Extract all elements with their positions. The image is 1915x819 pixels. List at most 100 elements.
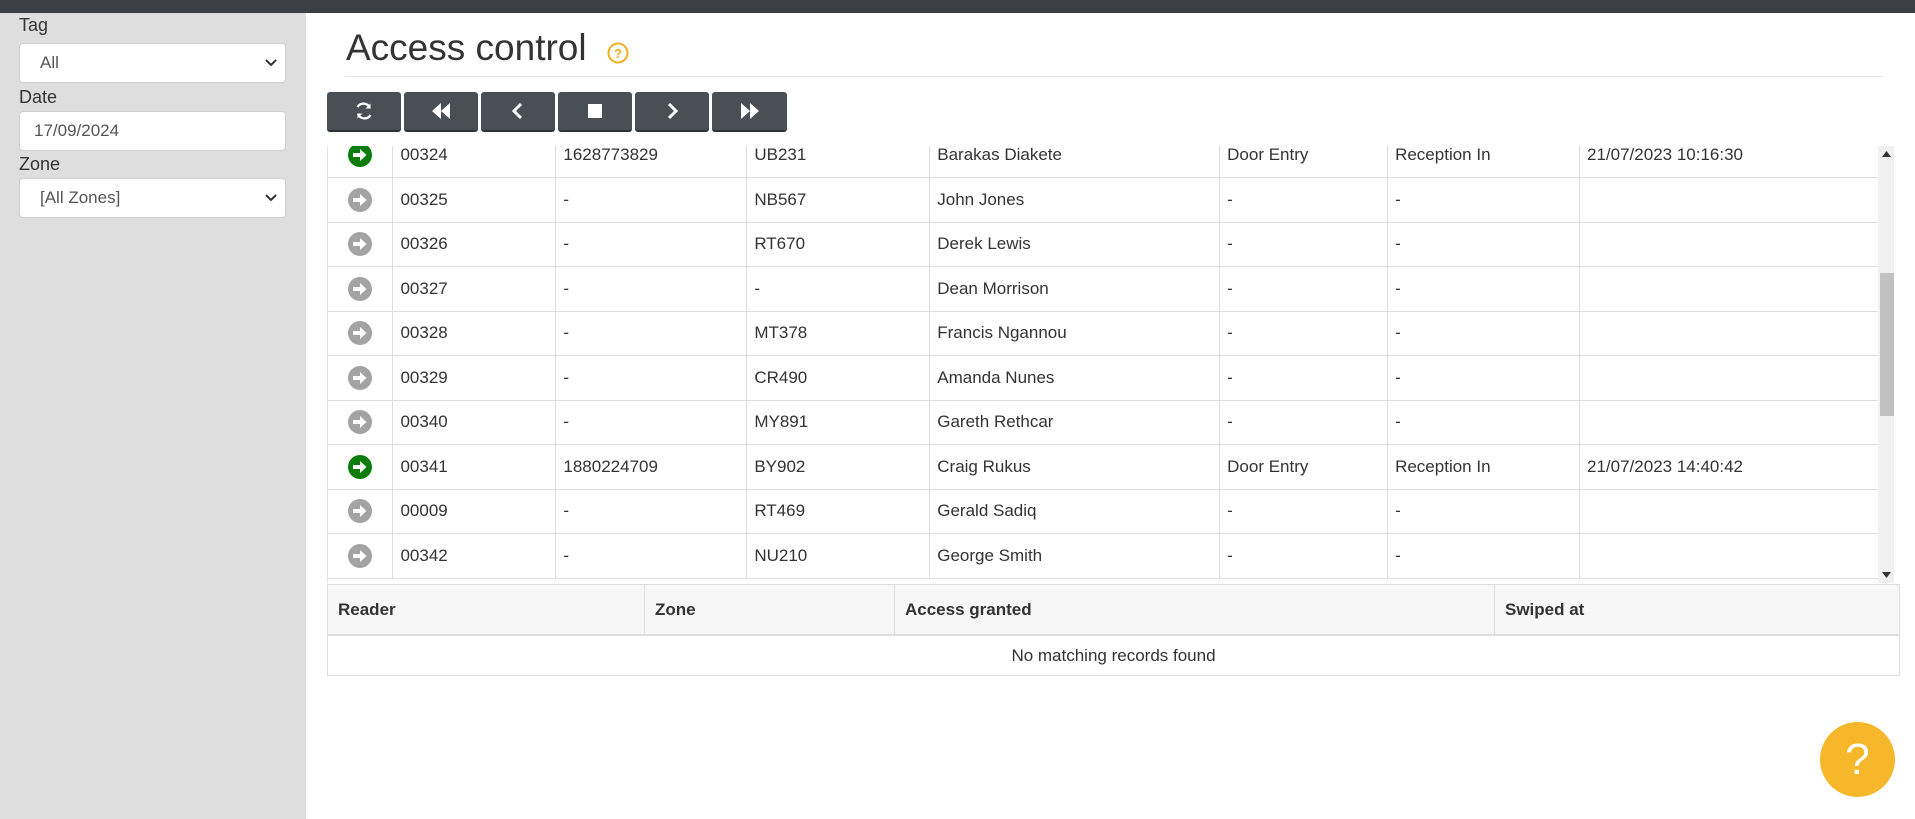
tag-label: Tag [19,15,49,35]
table-row[interactable]: 00327- - Dean Morrison - - [328,266,1879,312]
card-number-cell: - [555,533,748,579]
date-input[interactable]: 17/09/2024 [19,111,286,151]
person-id-cell: 00324 [392,146,557,178]
reader-cell: - [1219,222,1389,267]
filter-sidebar: Tag All Date 17/09/2024 Zone [All Zones] [0,13,306,819]
arrow-right-circle-icon[interactable] [348,543,373,568]
person-code-cell: RT670 [746,222,931,267]
refresh-icon [356,102,372,120]
last-swiped-cell [1579,266,1879,312]
next-button[interactable] [635,92,709,132]
svg-text:?: ? [614,46,622,61]
question-icon: ? [1845,735,1870,784]
person-code-cell: RT469 [746,489,931,534]
people-table-container[interactable]: 00324 1628773829 UB231 Barakas Diakete Door … [327,146,1894,583]
reader-cell: - [1219,355,1389,401]
arrow-right-circle-icon[interactable] [348,365,373,390]
vertical-scrollbar[interactable] [1878,146,1894,583]
zone-cell: - [1387,222,1581,267]
tag-select-value: All [40,53,59,72]
last-swiped-cell: 21/07/2023 10:16:30 [1579,146,1879,178]
reader-cell: - [1219,311,1389,356]
table-row[interactable]: 00329- CR490 Amanda Nunes - - [328,355,1879,401]
zone-select[interactable]: [All Zones] [19,178,286,218]
person-id-cell: 00327 [392,266,557,312]
card-number-cell: 1628773829 [555,146,748,178]
empty-state-message: No matching records found [1011,646,1216,665]
arrow-right-circle-icon[interactable] [348,410,373,435]
last-page-button[interactable] [712,92,787,132]
card-number-cell: - [555,400,748,445]
person-id-cell: 00329 [392,355,557,401]
scroll-up-arrow-icon[interactable] [1882,151,1891,157]
person-name-cell: Gareth Rethcar [929,400,1221,445]
scrollbar-thumb[interactable] [1880,273,1894,416]
person-code-cell: NB567 [746,177,931,223]
person-code-cell: NU210 [746,533,931,579]
card-number-cell: - [555,355,748,401]
last-swiped-cell [1579,355,1879,401]
status-cell [328,444,394,490]
person-id-cell: 00326 [392,222,557,267]
zone-cell: - [1387,533,1581,579]
card-number-cell: - [555,489,748,534]
person-code-cell: CR490 [746,355,931,401]
arrow-right-circle-icon[interactable] [348,276,373,301]
person-id-cell: 00009 [392,489,557,534]
fast-backward-icon [432,103,450,119]
table-row[interactable]: 00328- MT378 Francis Ngannou - - [328,311,1879,356]
previous-button[interactable] [481,92,555,132]
scroll-down-arrow-icon[interactable] [1882,572,1891,578]
arrow-right-circle-icon[interactable] [348,454,373,479]
table-row[interactable]: 00340- MY891 Gareth Rethcar - - [328,400,1879,445]
table-row[interactable]: 00009- RT469 Gerald Sadiq - - [328,489,1879,534]
chevron-right-icon [667,102,679,120]
status-cell [328,311,394,356]
person-name-cell: Dean Morrison [929,266,1221,312]
arrow-right-circle-icon[interactable] [348,499,373,524]
column-header-access-granted[interactable]: Access granted [895,585,1495,634]
person-code-cell: MY891 [746,400,931,445]
stop-button[interactable] [558,92,632,132]
date-label: Date [19,87,58,107]
arrow-right-circle-icon[interactable] [348,232,373,257]
column-header-reader[interactable]: Reader [328,585,645,634]
column-header-swiped-at[interactable]: Swiped at [1495,585,1899,634]
chevron-down-icon [265,59,277,67]
table-row[interactable]: 00342- NU210 George Smith - - [328,533,1879,579]
person-name-cell: Craig Rukus [929,444,1221,490]
person-id-cell: 00328 [392,311,557,356]
table-row[interactable]: 00341 1880224709 BY902 Craig Rukus Door Entr… [328,444,1879,490]
first-page-button[interactable] [404,92,478,132]
fast-forward-icon [740,103,759,119]
last-swiped-cell: 21/07/2023 14:40:42 [1579,444,1879,490]
column-header-zone[interactable]: Zone [645,585,895,634]
table-row[interactable]: 00324 1628773829 UB231 Barakas Diakete Door … [328,146,1879,178]
arrow-right-circle-icon[interactable] [348,146,373,167]
zone-label: Zone [19,154,61,174]
status-cell [328,222,394,267]
status-cell [328,266,394,312]
table-row[interactable]: 00326- RT670 Derek Lewis - - [328,222,1879,267]
table-row[interactable]: 00325- NB567 John Jones - - [328,177,1879,223]
tag-select[interactable]: All [19,43,286,83]
status-cell [328,400,394,445]
status-cell [328,177,394,223]
person-id-cell: 00341 [392,444,557,490]
person-code-cell: BY902 [746,444,931,490]
reader-cell: - [1219,533,1389,579]
zone-cell: Reception In [1387,444,1581,490]
help-button[interactable]: ? [1820,722,1895,797]
arrow-right-circle-icon[interactable] [348,321,373,346]
card-number-cell: 1880224709 [555,444,748,490]
zone-cell: - [1387,355,1581,401]
stop-icon [588,104,602,118]
zone-cell: Reception In [1387,146,1581,178]
refresh-button[interactable] [327,92,401,132]
person-name-cell: Francis Ngannou [929,311,1221,356]
zone-cell: - [1387,311,1581,356]
last-swiped-cell [1579,533,1879,579]
arrow-right-circle-icon[interactable] [348,187,373,212]
last-swiped-cell [1579,222,1879,267]
question-circle-icon[interactable]: ? [607,42,629,64]
